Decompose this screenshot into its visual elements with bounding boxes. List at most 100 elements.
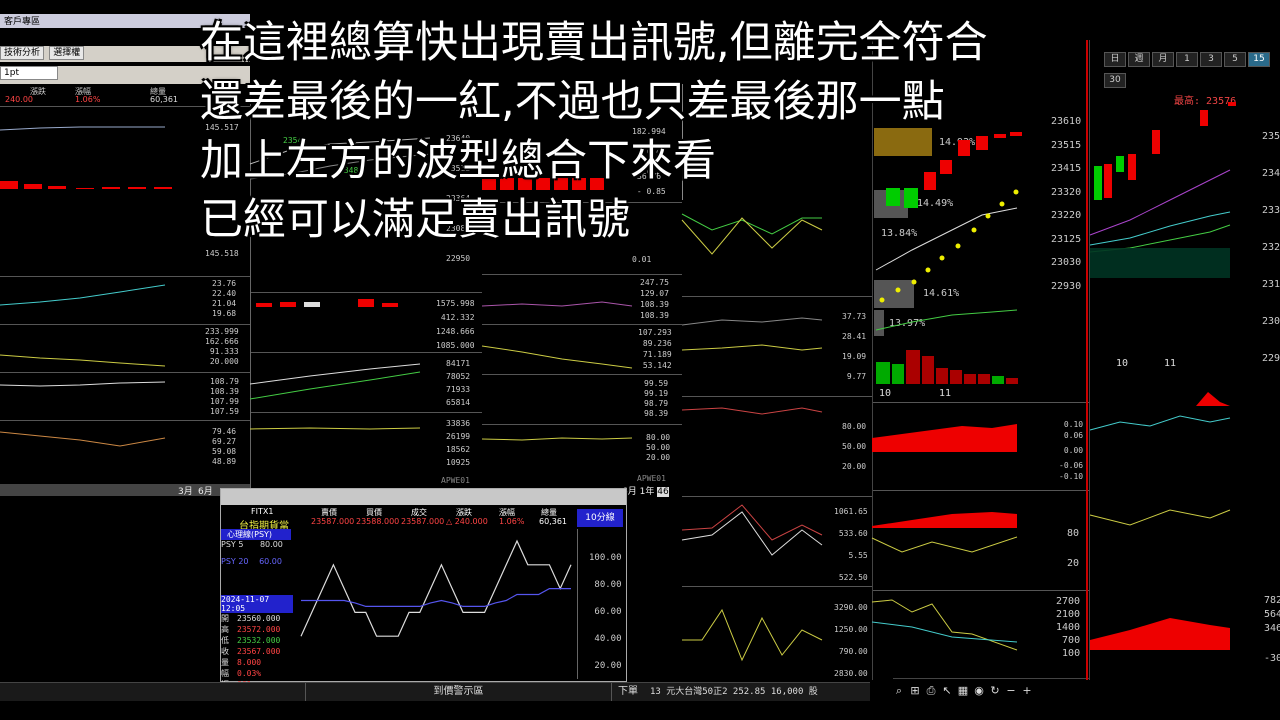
status-bar: 到價警示區 下單 13 元大台灣50正2 252.85 16,000 股	[0, 682, 870, 701]
print-icon[interactable]: ⎙	[925, 684, 937, 697]
val: 100.00	[589, 553, 622, 563]
ohlc-row: 量 8.000	[221, 657, 293, 668]
far-ma	[1089, 211, 1231, 246]
right-ind-line	[481, 345, 633, 369]
vol-bar	[936, 368, 948, 384]
vol-bar	[892, 364, 904, 384]
left-vol-bar	[154, 187, 172, 189]
ohlc-value: 23572.000	[237, 625, 281, 634]
macd-area	[872, 424, 1017, 452]
ohlc-label: 幅	[221, 669, 229, 678]
vol-bar	[1006, 378, 1018, 384]
cr-line	[681, 344, 823, 351]
sar-dot	[879, 297, 885, 303]
val: 40.00	[594, 634, 622, 644]
grid-icon[interactable]: ▦	[957, 684, 969, 697]
kd-area	[872, 512, 1017, 528]
mid-ind-line	[249, 427, 421, 430]
sar-dot	[1013, 189, 1019, 195]
interval-select[interactable]: 10分線	[577, 509, 623, 527]
symbol: FITX1	[251, 507, 274, 516]
ohlc-value: 23567.000	[237, 647, 281, 656]
indicator-name: 心理線(PSY)	[221, 529, 291, 540]
psy5-label: PSY 5	[221, 540, 244, 549]
ohlc-value: 0.03%	[237, 669, 262, 678]
cr-line	[682, 608, 823, 662]
far-kd-line	[1089, 509, 1231, 526]
cloud-band	[1090, 248, 1230, 278]
psy20-row: PSY 20 60.00	[221, 557, 291, 566]
mid-vol-bar	[280, 302, 296, 307]
ohlc-row: 高 23572.000	[221, 624, 293, 635]
caption-line-4: 已經可以滿足賣出訊號	[200, 195, 630, 245]
ohlc-row: 收 23567.000	[221, 646, 293, 657]
eye-icon[interactable]: ◉	[973, 684, 985, 697]
candle-down	[1094, 166, 1102, 200]
caption-line-2: 還差最後的一紅,不過也只差最後那一點	[200, 77, 945, 127]
ohlc-row: 低 23532.000	[221, 635, 293, 646]
ohlc-label: 低	[221, 636, 229, 645]
highlight-box	[874, 310, 884, 336]
vol-bar	[950, 370, 962, 384]
psy-y-axis: 100.00 80.00 60.00 40.00 20.00	[589, 545, 622, 680]
alert-area[interactable]: 到價警示區	[305, 683, 612, 701]
cr-line	[681, 407, 823, 415]
cursor-icon[interactable]: ↖	[941, 684, 953, 697]
right-ind-line	[481, 437, 633, 441]
left-price-line	[0, 126, 165, 131]
psy5-row: PSY 5 80.00	[221, 540, 291, 549]
chart-icon[interactable]: ⊞	[909, 684, 921, 697]
mid-ind-line	[249, 371, 421, 400]
ohlc-value: 23560.000	[237, 614, 281, 623]
refresh-icon[interactable]: ↻	[989, 684, 1001, 697]
caption-line-3: 加上左方的波型總合下來看	[200, 136, 716, 186]
val: 80.00	[594, 580, 622, 590]
main-ind-drawing	[871, 424, 1018, 651]
main-bottom-toolbar: ⌕ ⊞ ⎙ ↖ ▦ ◉ ↻ − +	[893, 678, 1089, 697]
far-right-drawing	[1089, 102, 1236, 650]
psy-quote-header: FITX1 台指期貨當 賣價 買價 成交 漲跌 漲幅 總量 23587.000 …	[221, 507, 581, 532]
vol-bar	[992, 376, 1004, 384]
ohlc-rows: 開 23560.000 高 23572.000 低 23532.000 收 23567.000…	[221, 613, 293, 690]
psy-series-psy5	[300, 539, 572, 637]
cr-line	[681, 317, 823, 326]
left-ind-line	[0, 354, 166, 367]
psy-series-psy20	[301, 587, 571, 608]
psy20-label: PSY 20	[221, 557, 249, 566]
sar-dot	[999, 201, 1005, 207]
ma-line	[875, 309, 1018, 331]
left-ind-line	[0, 284, 166, 306]
minus-icon[interactable]: −	[1005, 684, 1017, 697]
order-button[interactable]: 下單	[618, 683, 638, 701]
datetime: 2024-11-07 12:05	[221, 595, 293, 613]
left-ind-line	[0, 381, 166, 387]
val-change: △ 240.000	[446, 517, 488, 526]
sar-dot	[895, 287, 901, 293]
highlight-box	[874, 280, 914, 308]
zoom-icon[interactable]: ⌕	[893, 684, 905, 697]
sar-dot	[939, 255, 945, 261]
mid-vol-bar	[358, 299, 374, 307]
val-pct: 1.06%	[499, 517, 525, 526]
val: 20.00	[594, 661, 622, 671]
ohlc-row: 開 23560.000	[221, 613, 293, 624]
val-bid: 23588.000	[356, 517, 400, 526]
left-ind-line	[0, 431, 166, 447]
val-last: 23587.000	[401, 517, 445, 526]
plus-icon[interactable]: +	[1021, 684, 1033, 697]
vol-bar	[876, 362, 890, 384]
left-vol-bar	[0, 181, 18, 189]
val-volume: 60,361	[539, 517, 567, 526]
caption-overlay: 在這裡總算快出現賣出訊號,但離完全符合 還差最後的一紅,不過也只差最後那一點 加…	[200, 14, 988, 250]
far-vol-area	[1090, 618, 1230, 650]
ohlc-label: 量	[221, 658, 229, 667]
candle-down	[1116, 156, 1124, 172]
psy-window: FITX1 台指期貨當 賣價 買價 成交 漲跌 漲幅 總量 23587.000 …	[220, 488, 627, 689]
mid-vol-bar	[256, 303, 272, 307]
cr-line	[681, 511, 823, 556]
center-right-drawing	[681, 213, 823, 662]
sar-dot	[925, 267, 931, 273]
mid-vol-bar	[382, 303, 398, 307]
ohlc-row: 幅 0.03%	[221, 668, 293, 679]
candle-up	[1152, 130, 1160, 154]
